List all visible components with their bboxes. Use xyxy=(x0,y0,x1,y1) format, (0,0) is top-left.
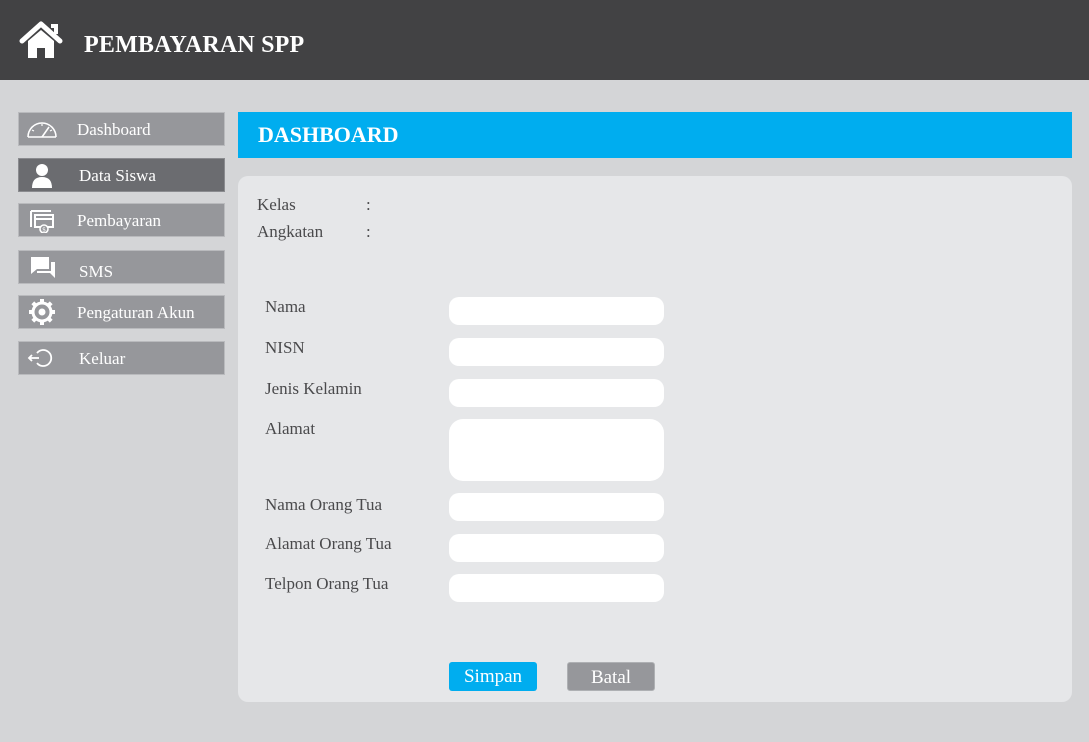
telpon-orang-tua-label: Telpon Orang Tua xyxy=(265,574,389,593)
sidebar-item-label: Data Siswa xyxy=(79,166,156,185)
logout-icon xyxy=(27,349,53,367)
user-icon xyxy=(32,164,52,188)
nama-orang-tua-label: Nama Orang Tua xyxy=(265,495,383,514)
sidebar-item-label: Pembayaran xyxy=(77,211,162,230)
nama-orang-tua-input[interactable] xyxy=(449,493,664,521)
alamat-label: Alamat xyxy=(265,419,316,438)
cancel-button[interactable]: Batal xyxy=(567,662,655,691)
payment-icon: $ xyxy=(30,210,54,234)
alamat-textarea[interactable] xyxy=(449,419,664,481)
jenis-kelamin-input[interactable] xyxy=(449,379,664,407)
jenis-kelamin-label: Jenis Kelamin xyxy=(265,379,362,398)
svg-text:$: $ xyxy=(42,227,46,234)
app-title: PEMBAYARAN SPP xyxy=(84,32,305,58)
sidebar-item-pengaturan-akun[interactable]: Pengaturan Akun xyxy=(18,295,225,329)
sidebar-item-label: Keluar xyxy=(79,349,126,368)
gear-icon xyxy=(29,299,55,325)
nama-label: Nama xyxy=(265,297,306,316)
nama-input[interactable] xyxy=(449,297,664,325)
sidebar-item-sms[interactable]: SMS xyxy=(18,250,225,284)
top-bar: PEMBAYARAN SPP xyxy=(0,0,1089,80)
sidebar-item-label: Pengaturan Akun xyxy=(77,303,195,322)
angkatan-label: Angkatan xyxy=(257,222,324,241)
sidebar-item-label: Dashboard xyxy=(77,120,151,139)
speedometer-icon xyxy=(27,122,57,138)
page-title: DASHBOARD xyxy=(258,122,399,147)
sidebar-item-dashboard[interactable]: Dashboard xyxy=(18,112,225,146)
alamat-orang-tua-label: Alamat Orang Tua xyxy=(265,534,392,553)
nisn-label: NISN xyxy=(265,338,305,357)
sidebar-item-keluar[interactable]: Keluar xyxy=(18,341,225,375)
home-icon[interactable] xyxy=(18,20,64,60)
page-header: DASHBOARD xyxy=(238,112,1072,158)
kelas-colon: : xyxy=(366,195,371,214)
angkatan-colon: : xyxy=(366,222,371,241)
sidebar-item-label: SMS xyxy=(79,262,114,281)
alamat-orang-tua-input[interactable] xyxy=(449,534,664,562)
sidebar-item-data-siswa[interactable]: Data Siswa xyxy=(18,158,225,192)
kelas-label: Kelas xyxy=(257,195,296,214)
form-panel: Kelas : Angkatan : Nama NISN Jenis Kelam… xyxy=(238,176,1072,702)
chat-icon xyxy=(31,257,55,278)
sidebar-item-pembayaran[interactable]: $ Pembayaran xyxy=(18,203,225,237)
save-button[interactable]: Simpan xyxy=(449,662,537,691)
telpon-orang-tua-input[interactable] xyxy=(449,574,664,602)
nisn-input[interactable] xyxy=(449,338,664,366)
